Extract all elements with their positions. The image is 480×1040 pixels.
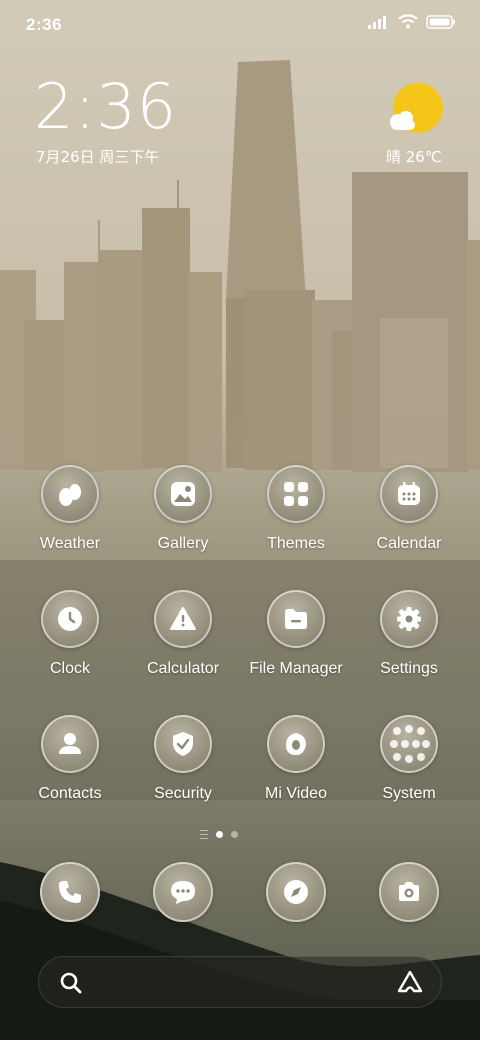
app-label: Calculator [146,660,220,677]
app-label: Gallery [157,535,209,552]
app-weather[interactable]: Weather [14,465,126,575]
phone-icon [59,881,81,903]
search-icon [60,972,82,994]
clock-widget-date: 7月26日 周三下午 [36,148,160,166]
app-label: Mi Video [265,785,327,802]
gallery-icon [171,482,195,506]
weather-drops-icon [59,484,81,506]
shield-check-icon [173,732,193,756]
themes-grid-icon [284,482,308,506]
weather-condition-temp: 晴 26℃ [386,148,442,166]
app-security[interactable]: Security [127,715,239,825]
browser-compass-icon [284,880,308,904]
clock-icon [58,607,82,631]
app-calculator[interactable]: Calculator [127,590,239,700]
folder-icon [285,609,307,629]
app-drawer-lines-icon [200,830,208,839]
page-dot-active [216,831,223,838]
app-label: Settings [380,660,438,677]
wifi-icon [398,14,418,29]
dock-messages[interactable] [153,862,213,922]
app-label: Contacts [38,785,102,802]
app-label: Calendar [376,535,442,552]
app-label: Weather [39,535,101,552]
calendar-icon [398,482,420,505]
dock-phone[interactable] [40,862,100,922]
page-dot [231,831,238,838]
app-contacts[interactable]: Contacts [14,715,126,825]
assistant-icon[interactable] [396,970,424,994]
dock-camera[interactable] [379,862,439,922]
calculator-icon [170,607,196,630]
app-clock[interactable]: Clock [14,590,126,700]
battery-icon [426,14,455,29]
app-themes[interactable]: Themes [240,465,352,575]
camera-icon [399,882,419,901]
video-icon [286,733,306,755]
app-label: File Manager [249,660,343,677]
app-gallery[interactable]: Gallery [127,465,239,575]
signal-icon [368,15,386,29]
status-bar-time: 2:36 [26,15,63,34]
app-mi-video[interactable]: Mi Video [240,715,352,825]
folder-grid-icon [390,725,430,763]
clock-widget-time[interactable]: 2:36 [34,76,177,138]
app-label: System [382,785,436,802]
dock-browser[interactable] [266,862,326,922]
app-settings[interactable]: Settings [353,590,465,700]
person-icon [59,733,81,754]
gear-icon [397,607,421,631]
status-bar-icons [368,14,456,29]
search-bar[interactable] [38,956,442,1008]
page-indicator[interactable] [200,830,238,839]
app-label: Themes [267,535,325,552]
app-label: Security [154,785,212,802]
app-file-manager[interactable]: File Manager [240,590,352,700]
app-system-folder[interactable]: System [353,715,465,825]
app-calendar[interactable]: Calendar [353,465,465,575]
messages-icon [171,881,195,904]
app-label: Clock [49,660,90,677]
